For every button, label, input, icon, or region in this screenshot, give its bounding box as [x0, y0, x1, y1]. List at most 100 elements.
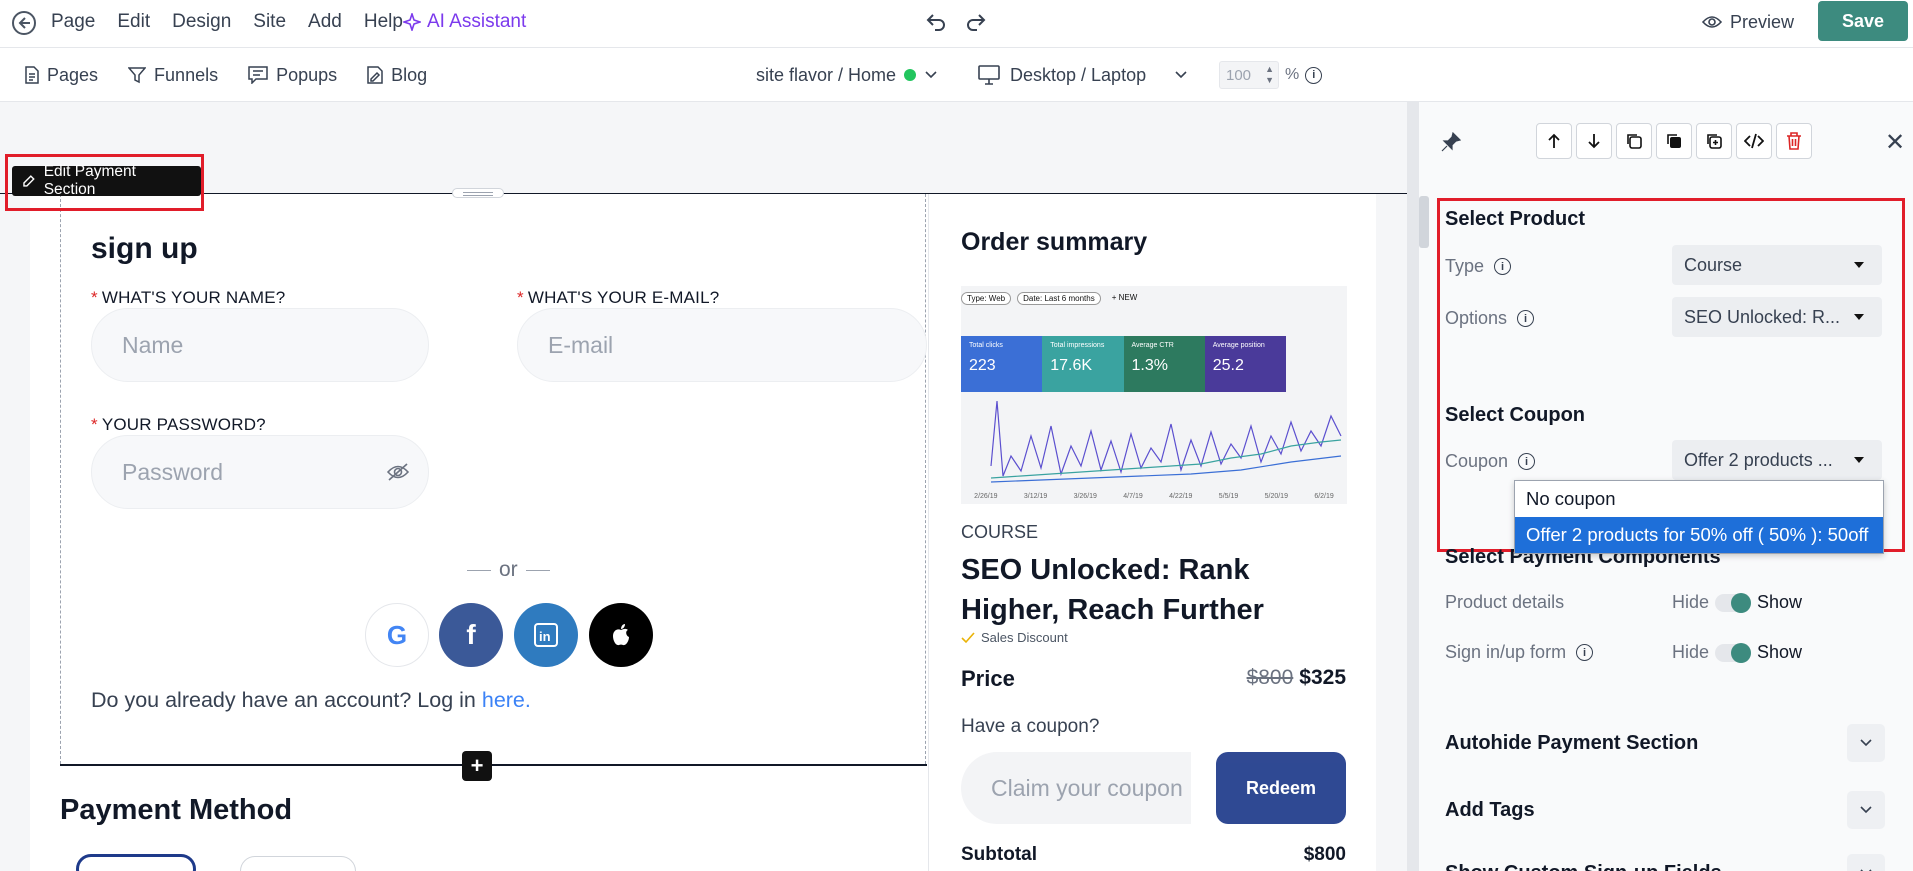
thumbnail-pill: + NEW — [1111, 293, 1138, 302]
coupon-input[interactable]: Claim your coupon — [961, 752, 1191, 824]
eye-off-icon[interactable] — [386, 462, 410, 482]
payment-option[interactable] — [240, 856, 356, 871]
ai-assistant-label: AI Assistant — [427, 11, 527, 32]
tile-value: 17.6K — [1050, 357, 1093, 374]
nav-pages[interactable]: Pages — [25, 64, 98, 86]
menu-add[interactable]: Add — [308, 10, 342, 34]
pin-icon[interactable] — [1441, 132, 1461, 152]
eye-icon — [1702, 16, 1722, 28]
menu-design[interactable]: Design — [172, 10, 231, 34]
code-icon — [1744, 133, 1764, 149]
panel-scrollbar[interactable] — [1419, 196, 1429, 248]
edit-payment-section-button[interactable]: Edit Payment Section — [12, 163, 201, 198]
monitor-icon — [978, 65, 1000, 85]
accordion-custom-fields[interactable]: Show Custom Sign-up Fields — [1445, 854, 1885, 871]
toggle-switch[interactable] — [1715, 642, 1752, 663]
ai-assistant-button[interactable]: AI Assistant — [403, 10, 526, 34]
close-icon[interactable]: ✕ — [1885, 128, 1905, 157]
delete-button[interactable] — [1776, 123, 1812, 159]
preview-button[interactable]: Preview — [1702, 10, 1794, 34]
nav-popups[interactable]: Popups — [248, 64, 337, 86]
info-icon[interactable]: i — [1576, 644, 1594, 661]
zoom-unit: % — [1285, 66, 1300, 83]
accordion-autohide[interactable]: Autohide Payment Section — [1445, 724, 1885, 762]
coupon-placeholder: Claim your coupon — [991, 774, 1183, 801]
move-down-button[interactable] — [1576, 123, 1612, 159]
undo-icon[interactable] — [925, 10, 947, 32]
toggle-switch[interactable] — [1715, 592, 1752, 613]
back-arrow-icon[interactable] — [12, 11, 36, 35]
nav-blog[interactable]: Blog — [367, 64, 427, 86]
code-button[interactable] — [1736, 123, 1772, 159]
chevron-down-icon[interactable] — [1847, 724, 1885, 762]
sales-discount: Sales Discount — [961, 630, 1068, 645]
login-link[interactable]: here. — [482, 688, 531, 712]
date-tick: 5/5/19 — [1218, 493, 1239, 500]
canvas-scrollbar[interactable] — [1407, 102, 1418, 871]
redo-icon[interactable] — [965, 10, 987, 32]
tile-label: Average CTR — [1131, 342, 1174, 349]
type-select[interactable]: Course — [1672, 245, 1882, 285]
login-prompt-text: Do you already have an account? Log in — [91, 688, 482, 712]
date-tick: 6/2/19 — [1314, 493, 1334, 500]
copy-button[interactable] — [1616, 123, 1652, 159]
thumbnail-tile: Total clicks 223 — [961, 336, 1043, 392]
signin-form-text: Sign in/up form — [1445, 642, 1567, 662]
info-icon[interactable]: i — [1494, 258, 1512, 275]
section-drag-handle[interactable] — [452, 188, 504, 198]
signin-form-toggle[interactable]: Hide Show — [1672, 642, 1802, 663]
signup-form-block[interactable]: sign up * WHAT'S YOUR NAME? Name * WHAT'S … — [60, 194, 927, 764]
password-placeholder: Password — [122, 458, 223, 485]
menu-help[interactable]: Help — [364, 10, 403, 34]
login-prompt: Do you already have an account? Log in h… — [91, 688, 531, 713]
nav-funnels[interactable]: Funnels — [128, 64, 218, 86]
info-icon[interactable]: i — [1518, 453, 1536, 470]
zoom-stepper-icon[interactable]: ▲ ▼ — [1265, 64, 1274, 86]
product-details-toggle[interactable]: Hide Show — [1672, 592, 1802, 613]
coupon-value: Offer 2 products ... — [1684, 449, 1833, 470]
redeem-button[interactable]: Redeem — [1216, 752, 1346, 824]
email-field-label: * WHAT'S YOUR E-MAIL? — [517, 288, 719, 308]
zoom-input[interactable]: 100 ▲ ▼ — [1219, 61, 1279, 89]
info-icon[interactable]: i — [1305, 66, 1323, 84]
info-icon[interactable]: i — [1517, 310, 1535, 327]
options-value: SEO Unlocked: R... — [1684, 306, 1841, 327]
coupon-option-selected[interactable]: Offer 2 products for 50% off ( 50% ): 50… — [1515, 517, 1883, 553]
name-input[interactable]: Name — [91, 308, 429, 382]
undo-redo-group — [925, 10, 987, 32]
facebook-login-button[interactable]: f — [439, 603, 503, 667]
trash-icon — [1787, 132, 1801, 150]
signin-form-label: Sign in/up form i — [1445, 642, 1594, 663]
caret-down-icon — [1854, 314, 1864, 320]
google-login-button[interactable]: G — [365, 603, 429, 667]
panel-toolbar: ✕ — [1419, 102, 1913, 178]
email-input[interactable]: E-mail — [517, 308, 927, 382]
duplicate-button[interactable] — [1656, 123, 1692, 159]
add-block-button[interactable]: + — [462, 751, 492, 781]
site-page-selector[interactable]: site flavor / Home — [756, 64, 938, 86]
coupon-select[interactable]: Offer 2 products ... — [1672, 440, 1882, 480]
facebook-icon: f — [466, 619, 476, 650]
menu-edit[interactable]: Edit — [117, 10, 150, 34]
thumbnail-pill: Type: Web — [961, 292, 1012, 305]
save-button[interactable]: Save — [1818, 1, 1908, 41]
chevron-down-icon[interactable] — [1847, 791, 1885, 829]
password-input[interactable]: Password — [91, 435, 429, 509]
top-menu-bar: Page Edit Design Site Add Help AI Assist… — [0, 0, 1913, 48]
payment-option-active[interactable] — [76, 854, 196, 871]
payment-method-title: Payment Method — [60, 794, 293, 826]
menu-site[interactable]: Site — [253, 10, 286, 34]
accordion-add-tags-label: Add Tags — [1445, 799, 1535, 821]
coupon-option-none[interactable]: No coupon — [1515, 481, 1883, 517]
accordion-add-tags[interactable]: Add Tags — [1445, 791, 1885, 829]
apple-login-button[interactable] — [589, 603, 653, 667]
menu-page[interactable]: Page — [51, 10, 95, 34]
add-copy-button[interactable] — [1696, 123, 1732, 159]
options-select[interactable]: SEO Unlocked: R... — [1672, 297, 1882, 337]
pencil-icon — [23, 175, 35, 187]
device-selector[interactable]: Desktop / Laptop — [978, 64, 1188, 86]
chevron-down-icon[interactable] — [1847, 854, 1885, 871]
linkedin-login-button[interactable]: in — [514, 603, 578, 667]
move-up-button[interactable] — [1536, 123, 1572, 159]
date-tick: 2/26/19 — [974, 493, 998, 500]
